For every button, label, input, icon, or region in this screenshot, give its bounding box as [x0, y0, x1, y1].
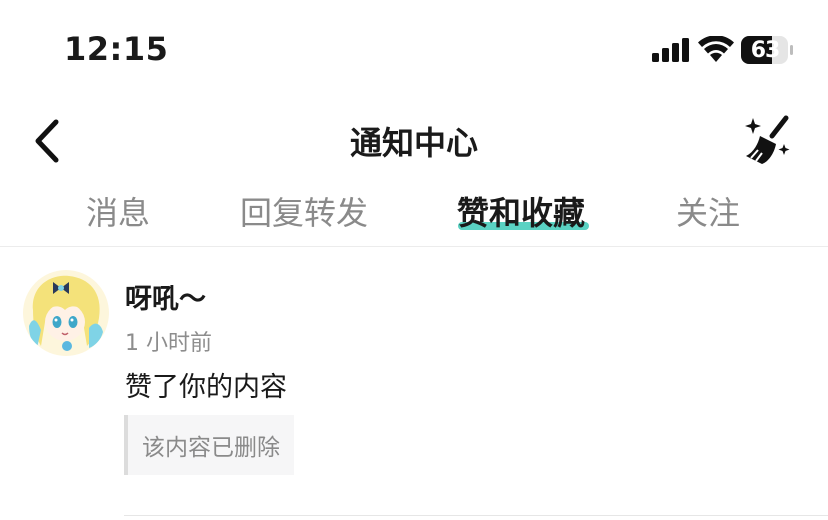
- tab-likes-favorites[interactable]: 赞和收藏: [457, 188, 585, 238]
- status-bar: 12:15 63: [0, 0, 828, 100]
- tab-label: 消息: [86, 194, 151, 232]
- broom-sparkle-icon: [745, 115, 790, 164]
- quoted-content[interactable]: 该内容已删除: [124, 415, 294, 475]
- navigation-bar: 通知中心: [0, 100, 828, 180]
- avatar[interactable]: [23, 270, 109, 356]
- notification-username[interactable]: 呀吼～: [125, 277, 206, 316]
- tab-messages[interactable]: 消息: [86, 188, 150, 238]
- notification-item[interactable]: 呀吼～ 1 小时前 赞了你的内容 该内容已删除: [0, 247, 828, 520]
- cellular-signal-icon: [652, 38, 689, 62]
- tab-label: 赞和收藏: [457, 194, 586, 232]
- notification-time: 1 小时前: [125, 331, 212, 356]
- tab-bar: 消息 回复转发 赞和收藏 关注: [0, 180, 828, 246]
- tab-label: 关注: [676, 194, 741, 232]
- page-title: 通知中心: [349, 124, 478, 162]
- wifi-icon: [698, 36, 734, 62]
- item-divider: [124, 515, 828, 516]
- tab-label: 回复转发: [240, 194, 369, 232]
- tab-follows[interactable]: 关注: [676, 188, 740, 238]
- tab-replies-reposts[interactable]: 回复转发: [240, 188, 368, 238]
- avatar-image: [23, 270, 109, 356]
- clear-notifications-button[interactable]: [742, 114, 792, 166]
- battery-level: 63: [750, 37, 781, 63]
- status-time: 12:15: [64, 30, 169, 68]
- notification-action: 赞了你的内容: [125, 372, 287, 403]
- quoted-content-text: 该内容已删除: [142, 435, 280, 461]
